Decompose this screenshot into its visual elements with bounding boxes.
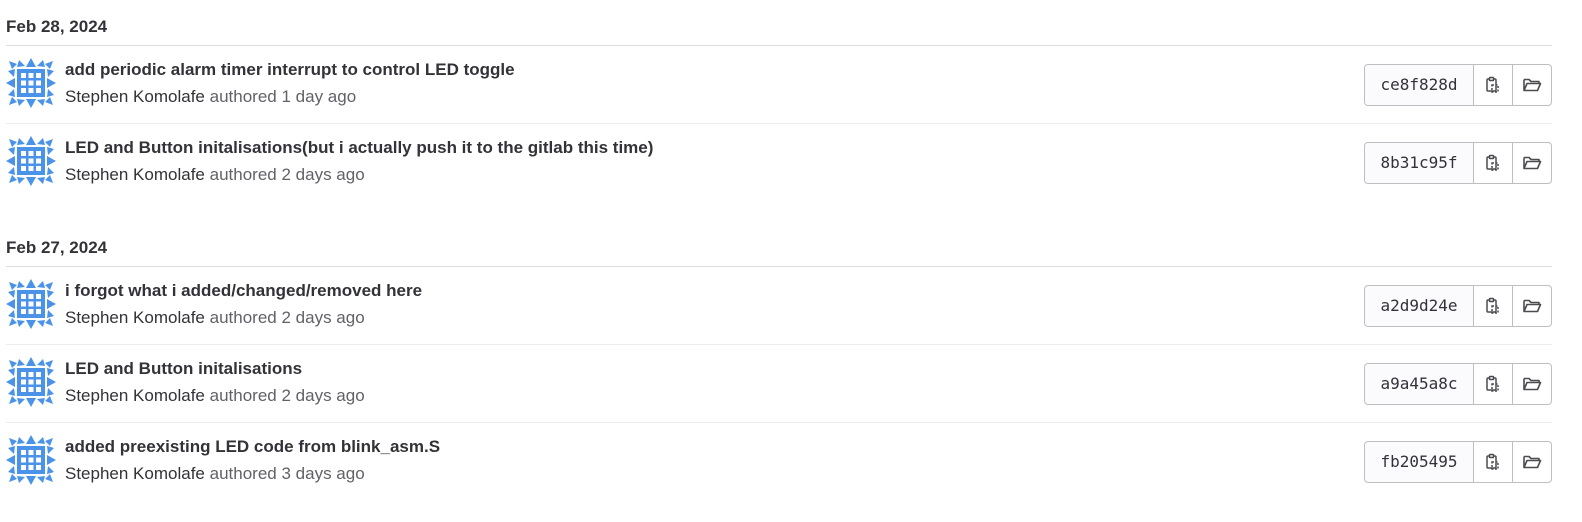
commit-title-link[interactable]: added preexisting LED code from blink_as… — [65, 437, 440, 457]
commit-time: 2 days ago — [281, 308, 365, 327]
commit-sha-link[interactable]: a2d9d24e — [1365, 286, 1474, 326]
commit-row: added preexisting LED code from blink_as… — [6, 423, 1552, 501]
commit-meta: Stephen Komolafe authored 3 days ago — [65, 464, 365, 484]
commit-actions: 8b31c95f — [1364, 142, 1552, 184]
commit-author-link[interactable]: Stephen Komolafe — [65, 464, 205, 483]
browse-files-button[interactable] — [1513, 364, 1551, 404]
browse-files-button[interactable] — [1513, 442, 1551, 482]
commit-sha-link[interactable]: fb205495 — [1365, 442, 1474, 482]
avatar[interactable] — [6, 136, 56, 186]
commit-title-link[interactable]: add periodic alarm timer interrupt to co… — [65, 60, 515, 80]
folder-open-icon — [1522, 375, 1542, 393]
commit-time: 1 day ago — [281, 87, 357, 106]
commit-sha-link[interactable]: 8b31c95f — [1365, 143, 1474, 183]
copy-sha-button[interactable] — [1474, 65, 1513, 105]
commit-row: i forgot what i added/changed/removed he… — [6, 267, 1552, 345]
copy-to-clipboard-icon — [1484, 154, 1502, 172]
commit-author-link[interactable]: Stephen Komolafe — [65, 308, 205, 327]
copy-sha-button[interactable] — [1474, 143, 1513, 183]
commit-time: 2 days ago — [281, 165, 365, 184]
copy-to-clipboard-icon — [1484, 375, 1502, 393]
folder-open-icon — [1522, 76, 1542, 94]
commit-verb: authored — [209, 87, 277, 106]
commit-verb: authored — [209, 165, 277, 184]
commit-verb: authored — [209, 308, 277, 327]
avatar[interactable] — [6, 435, 56, 485]
commit-row: LED and Button initalisations(but i actu… — [6, 124, 1552, 202]
commit-meta: Stephen Komolafe authored 2 days ago — [65, 386, 365, 406]
commit-actions: ce8f828d — [1364, 64, 1552, 106]
commit-meta: Stephen Komolafe authored 1 day ago — [65, 87, 356, 107]
commit-author-link[interactable]: Stephen Komolafe — [65, 87, 205, 106]
copy-sha-button[interactable] — [1474, 442, 1513, 482]
copy-sha-button[interactable] — [1474, 364, 1513, 404]
copy-to-clipboard-icon — [1484, 297, 1502, 315]
commit-meta: Stephen Komolafe authored 2 days ago — [65, 308, 365, 328]
commit-actions: a2d9d24e — [1364, 285, 1552, 327]
commit-sha-link[interactable]: a9a45a8c — [1365, 364, 1474, 404]
commit-author-link[interactable]: Stephen Komolafe — [65, 165, 205, 184]
commit-list: Feb 28, 2024 add periodic alarm timer in… — [0, 0, 1582, 522]
avatar[interactable] — [6, 279, 56, 329]
folder-open-icon — [1522, 453, 1542, 471]
commit-meta: Stephen Komolafe authored 2 days ago — [65, 165, 365, 185]
browse-files-button[interactable] — [1513, 143, 1551, 183]
commit-verb: authored — [209, 464, 277, 483]
commit-date-header: Feb 28, 2024 — [6, 8, 1552, 46]
avatar[interactable] — [6, 58, 56, 108]
commit-time: 2 days ago — [281, 386, 365, 405]
commit-actions: a9a45a8c — [1364, 363, 1552, 405]
browse-files-button[interactable] — [1513, 286, 1551, 326]
copy-to-clipboard-icon — [1484, 76, 1502, 94]
commit-author-link[interactable]: Stephen Komolafe — [65, 386, 205, 405]
commit-date-group: Feb 28, 2024 add periodic alarm timer in… — [6, 8, 1552, 202]
commit-row: add periodic alarm timer interrupt to co… — [6, 46, 1552, 124]
commit-sha-link[interactable]: ce8f828d — [1365, 65, 1474, 105]
commit-date-group: Feb 27, 2024 i forgot what i added/chang… — [6, 229, 1552, 501]
commit-title-link[interactable]: LED and Button initalisations(but i actu… — [65, 138, 653, 158]
folder-open-icon — [1522, 297, 1542, 315]
folder-open-icon — [1522, 154, 1542, 172]
commit-date-header: Feb 27, 2024 — [6, 229, 1552, 267]
commit-time: 3 days ago — [281, 464, 365, 483]
copy-sha-button[interactable] — [1474, 286, 1513, 326]
commit-actions: fb205495 — [1364, 441, 1552, 483]
commit-title-link[interactable]: LED and Button initalisations — [65, 359, 302, 379]
commit-title-link[interactable]: i forgot what i added/changed/removed he… — [65, 281, 422, 301]
copy-to-clipboard-icon — [1484, 453, 1502, 471]
browse-files-button[interactable] — [1513, 65, 1551, 105]
commit-verb: authored — [209, 386, 277, 405]
avatar[interactable] — [6, 357, 56, 407]
commit-row: LED and Button initalisations Stephen Ko… — [6, 345, 1552, 423]
